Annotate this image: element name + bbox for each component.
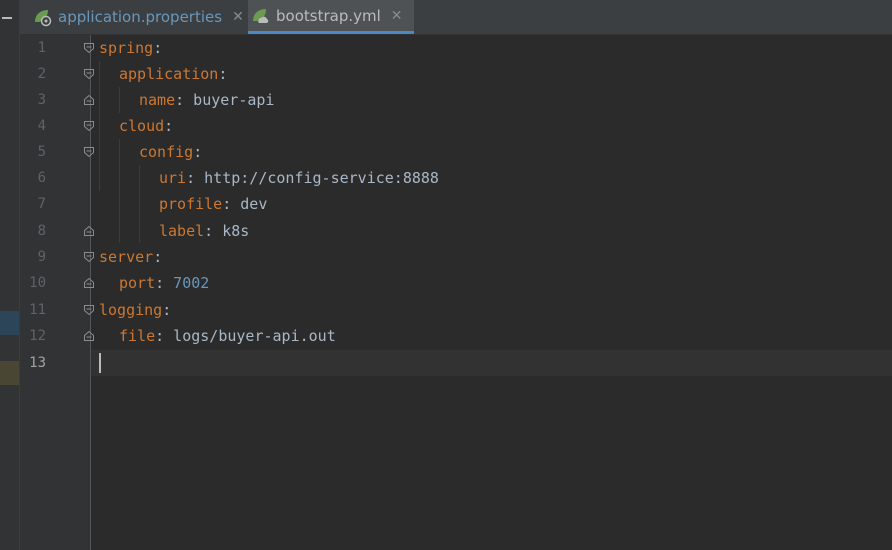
yaml-separator: : <box>193 143 203 161</box>
line-number: 1 <box>37 40 46 56</box>
tab-label: bootstrap.yml <box>276 6 381 25</box>
code-line[interactable]: server: <box>99 244 162 270</box>
tool-window-marker[interactable] <box>0 361 19 385</box>
tab-application-properties[interactable]: application.properties ✕ <box>30 0 246 34</box>
current-line-highlight <box>91 350 892 376</box>
yaml-separator: : <box>218 65 228 83</box>
code-line[interactable]: logging: <box>99 297 171 323</box>
yaml-key: config <box>139 143 194 161</box>
yaml-separator: : <box>164 117 174 135</box>
code-line[interactable]: cloud: <box>119 113 173 139</box>
yaml-separator: : <box>155 274 165 292</box>
tab-bootstrap-yml[interactable]: bootstrap.yml ✕ <box>248 0 414 34</box>
yaml-value: buyer-api <box>184 91 275 109</box>
spring-settings-icon <box>35 10 52 27</box>
tool-window-marker[interactable] <box>0 311 19 335</box>
collapse-icon[interactable] <box>2 17 12 19</box>
spring-cloud-icon <box>253 8 269 23</box>
code-line[interactable]: label: k8s <box>159 218 249 244</box>
line-number: 9 <box>37 249 46 265</box>
indent-guide <box>99 61 100 191</box>
editor-tab-bar: application.properties ✕ bootstrap.yml ✕ <box>20 0 892 35</box>
close-icon[interactable]: ✕ <box>232 9 244 25</box>
yaml-separator: : <box>175 91 185 109</box>
yaml-value: dev <box>231 195 268 213</box>
yaml-key: name <box>139 91 176 109</box>
yaml-key: server <box>99 248 154 266</box>
yaml-key: application <box>119 65 219 83</box>
indent-guide <box>119 139 120 243</box>
yaml-separator: : <box>222 195 232 213</box>
yaml-value: k8s <box>213 222 250 240</box>
close-icon[interactable]: ✕ <box>391 8 403 24</box>
tab-label: application.properties <box>58 8 223 26</box>
line-number: 12 <box>29 328 46 344</box>
yaml-separator: : <box>153 248 163 266</box>
indent-guide <box>139 165 140 243</box>
yaml-separator: : <box>162 301 172 319</box>
yaml-key: profile <box>159 195 223 213</box>
yaml-key: spring <box>99 39 154 57</box>
code-editor[interactable]: spring: application: name: buyer-api clo… <box>91 35 892 550</box>
line-number: 8 <box>37 223 46 239</box>
code-line[interactable]: file: logs/buyer-api.out <box>119 323 336 349</box>
indent-guide <box>119 87 120 113</box>
code-line[interactable]: application: <box>119 61 227 87</box>
code-line[interactable]: profile: dev <box>159 191 267 217</box>
yaml-separator: : <box>155 327 165 345</box>
yaml-separator: : <box>186 169 196 187</box>
line-number: 5 <box>37 144 46 160</box>
yaml-key: file <box>119 327 156 345</box>
code-line[interactable]: port: 7002 <box>119 270 209 296</box>
yaml-value: logs/buyer-api.out <box>164 327 336 345</box>
yaml-value: http://config-service:8888 <box>195 169 439 187</box>
line-number: 10 <box>29 275 46 291</box>
yaml-number-value: 7002 <box>164 274 210 292</box>
line-number-gutter[interactable]: 1 2 3 4 5 6 7 8 9 10 11 12 13 <box>20 35 94 550</box>
code-line[interactable]: spring: <box>99 35 162 61</box>
yaml-key: uri <box>159 169 187 187</box>
yaml-key: port <box>119 274 156 292</box>
line-number: 2 <box>37 66 46 82</box>
line-number: 4 <box>37 118 46 134</box>
line-number-current: 13 <box>29 355 46 371</box>
yaml-key: cloud <box>119 117 165 135</box>
code-line[interactable]: uri: http://config-service:8888 <box>159 165 439 191</box>
line-number: 3 <box>37 92 46 108</box>
yaml-key: logging <box>99 301 163 319</box>
tool-window-strip <box>0 0 20 550</box>
code-line[interactable]: name: buyer-api <box>139 87 274 113</box>
yaml-separator: : <box>204 222 214 240</box>
line-number: 11 <box>29 302 46 318</box>
code-line[interactable]: config: <box>139 139 202 165</box>
line-number: 6 <box>37 170 46 186</box>
yaml-key: label <box>159 222 205 240</box>
text-caret <box>99 353 101 373</box>
line-number: 7 <box>37 196 46 212</box>
yaml-separator: : <box>153 39 163 57</box>
